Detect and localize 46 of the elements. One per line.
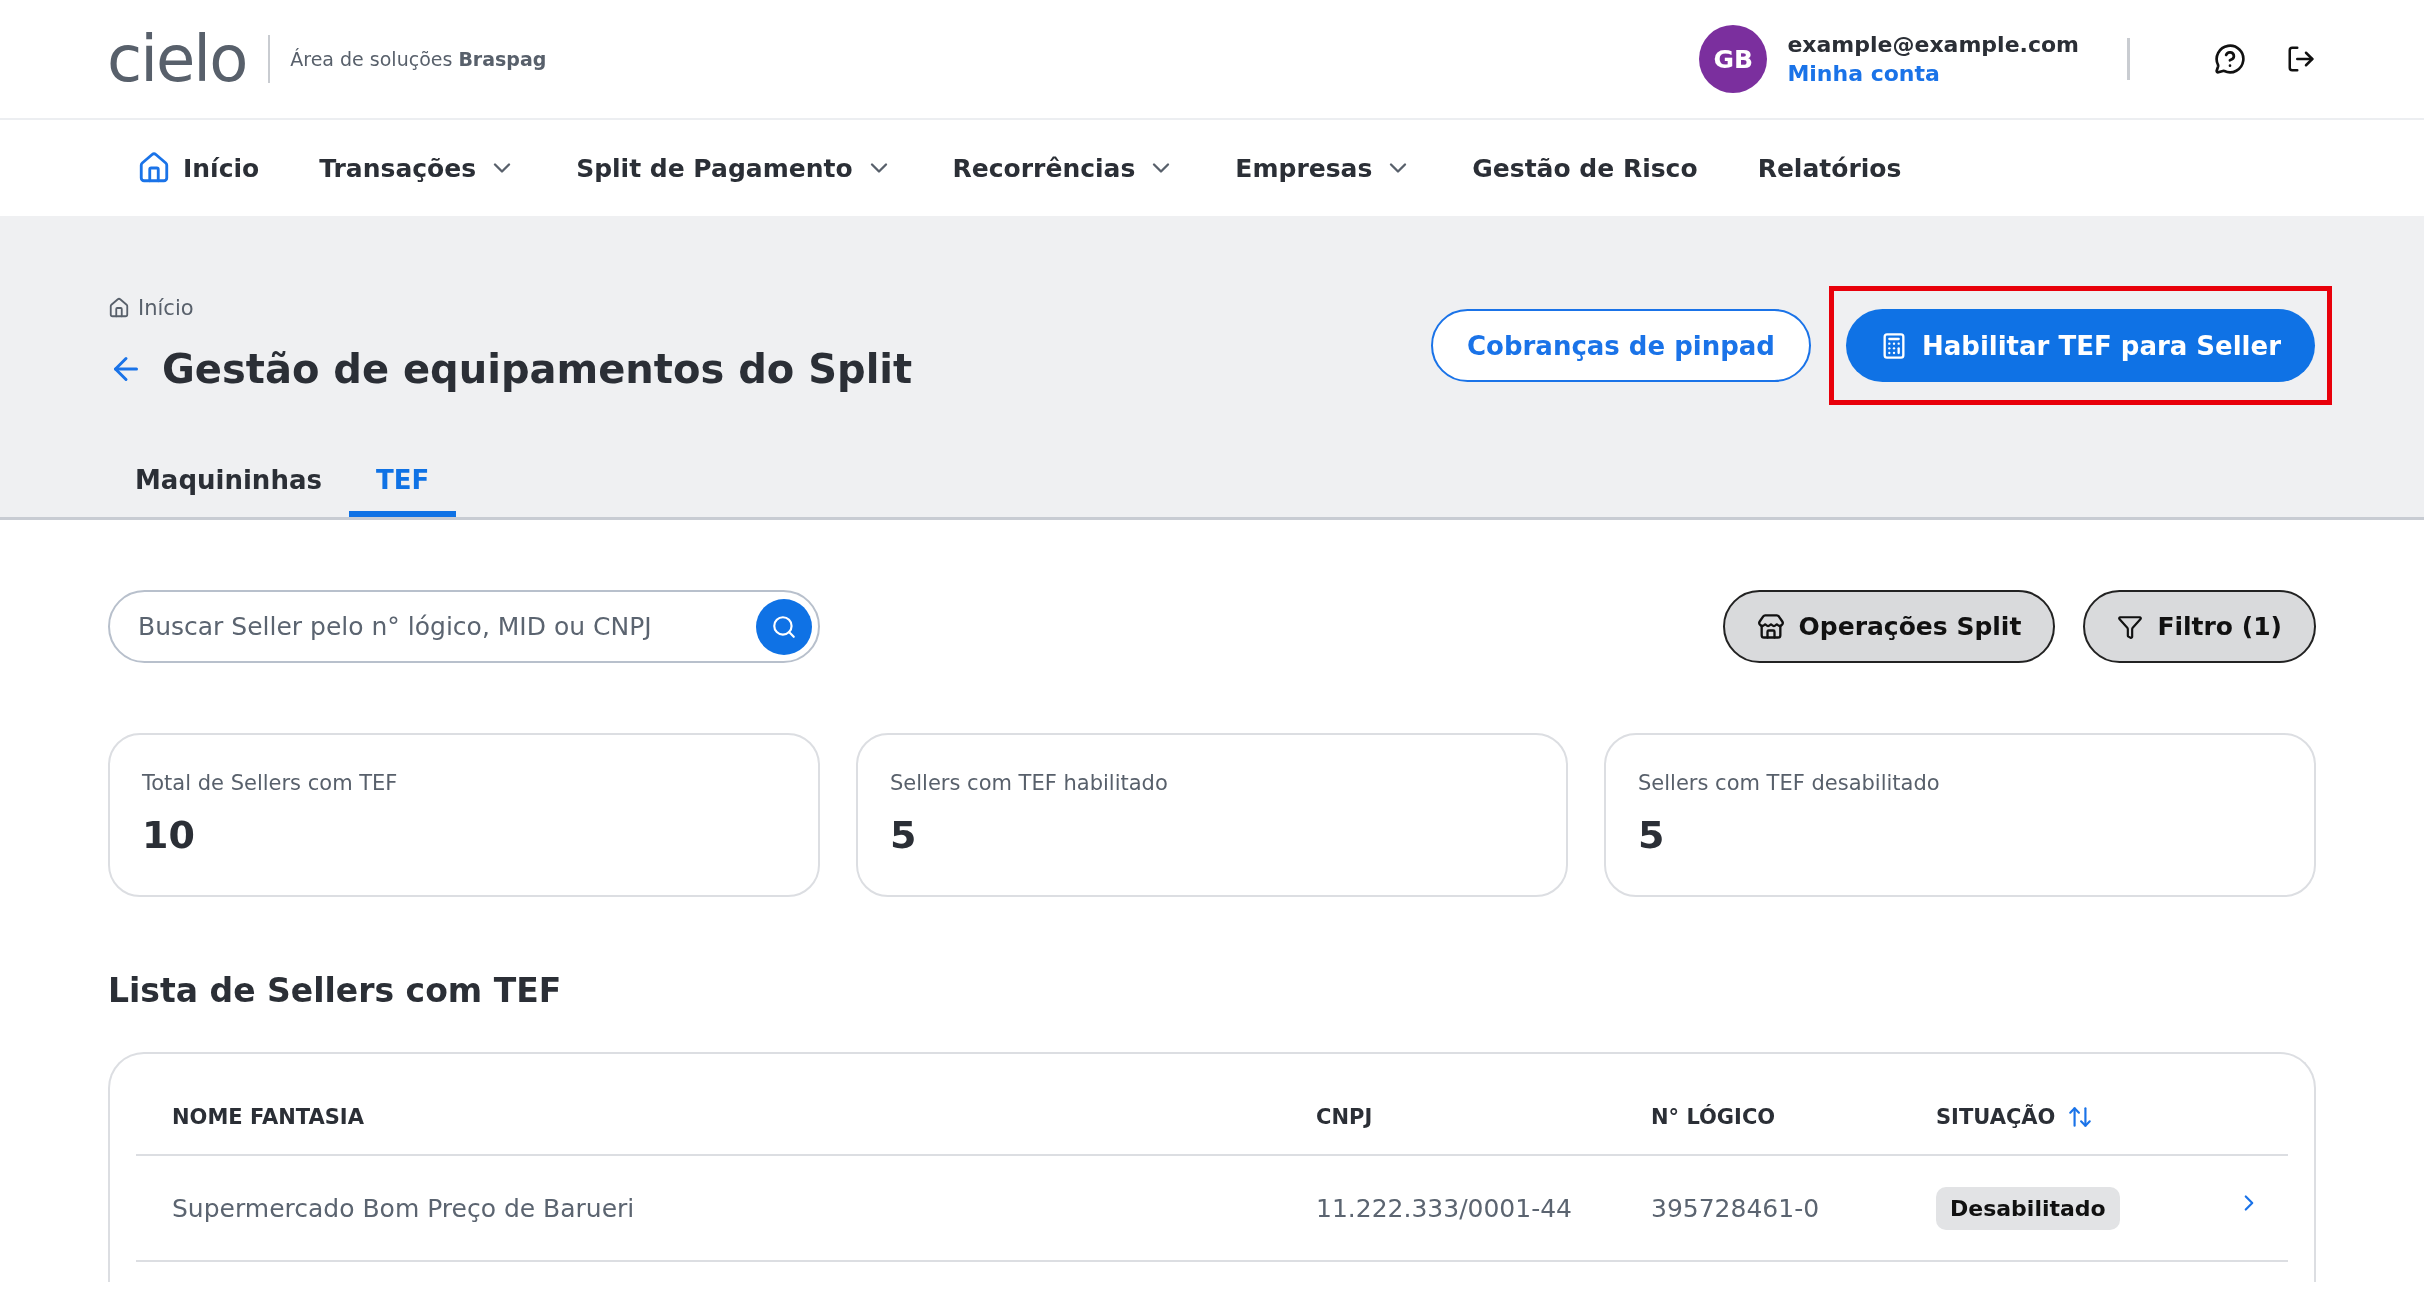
nav-item[interactable]: Empresas [1235, 153, 1413, 183]
stat-label: Total de Sellers com TEF [142, 771, 399, 795]
stat-label: Sellers com TEF desabilitado [1638, 771, 1941, 795]
logo: cielo [107, 27, 247, 91]
search-input[interactable]: Buscar Seller pelo n° lógico, MID ou CNPJ [136, 611, 756, 642]
outline-button[interactable]: Cobranças de pinpad [1430, 309, 1811, 382]
user-email: example@example.com [1787, 32, 2079, 57]
column-header: SITUAÇÃO [1936, 1105, 2056, 1129]
logout-icon[interactable] [2286, 44, 2316, 74]
primary-button[interactable]: Habilitar TEF para Seller [1845, 309, 2315, 382]
nav-item[interactable]: Split de Pagamento [576, 153, 893, 183]
table-cell: 11.222.333/0001-44 [1316, 1193, 1573, 1223]
stat-label: Sellers com TEF habilitado [890, 771, 1169, 795]
section-title: Lista de Sellers com TEF [108, 971, 563, 1010]
stat-value: 5 [890, 813, 918, 857]
nav-item[interactable]: Gestão de Risco [1472, 153, 1698, 183]
search-icon [771, 613, 797, 640]
table-cell: Supermercado Bom Preço de Barueri [172, 1193, 635, 1223]
stat-value: 10 [142, 813, 196, 857]
status-badge: Desabilitado [1936, 1186, 2120, 1230]
column-header: CNPJ [1316, 1105, 1373, 1129]
nav-item[interactable]: Início [137, 151, 260, 185]
nav-item[interactable]: Recorrências [952, 153, 1176, 183]
stat-value: 5 [1638, 813, 1666, 857]
toolbar-button[interactable]: Operações Split [1722, 590, 2056, 663]
search-button[interactable] [756, 598, 812, 655]
sort-icon[interactable] [2067, 1104, 2094, 1130]
tab[interactable]: Maquininhas [108, 465, 349, 517]
user-avatar: GB [1699, 25, 1768, 93]
column-header: NOME FANTASIA [172, 1105, 364, 1129]
account-link[interactable]: Minha conta [1787, 61, 2079, 86]
column-header: N° LÓGICO [1651, 1105, 1776, 1129]
store-icon [1756, 612, 1785, 641]
home-icon [137, 151, 171, 185]
toolbar-button[interactable]: Filtro (1) [2083, 590, 2316, 663]
help-icon[interactable] [2214, 43, 2246, 75]
page-title: Gestão de equipamentos do Split [162, 346, 913, 392]
tab[interactable]: TEF [348, 465, 457, 517]
filter-icon [2117, 613, 2144, 640]
nav-item[interactable]: Relatórios [1757, 153, 1902, 183]
header-subtitle: Área de soluções Braspag [290, 48, 547, 70]
breadcrumb-link[interactable]: Início [108, 296, 913, 320]
table-cell: 395728461-0 [1651, 1193, 1820, 1223]
home-icon [108, 297, 130, 319]
nav-item[interactable]: Transações [319, 153, 517, 183]
search-field[interactable]: Buscar Seller pelo n° lógico, MID ou CNPJ [108, 590, 820, 663]
